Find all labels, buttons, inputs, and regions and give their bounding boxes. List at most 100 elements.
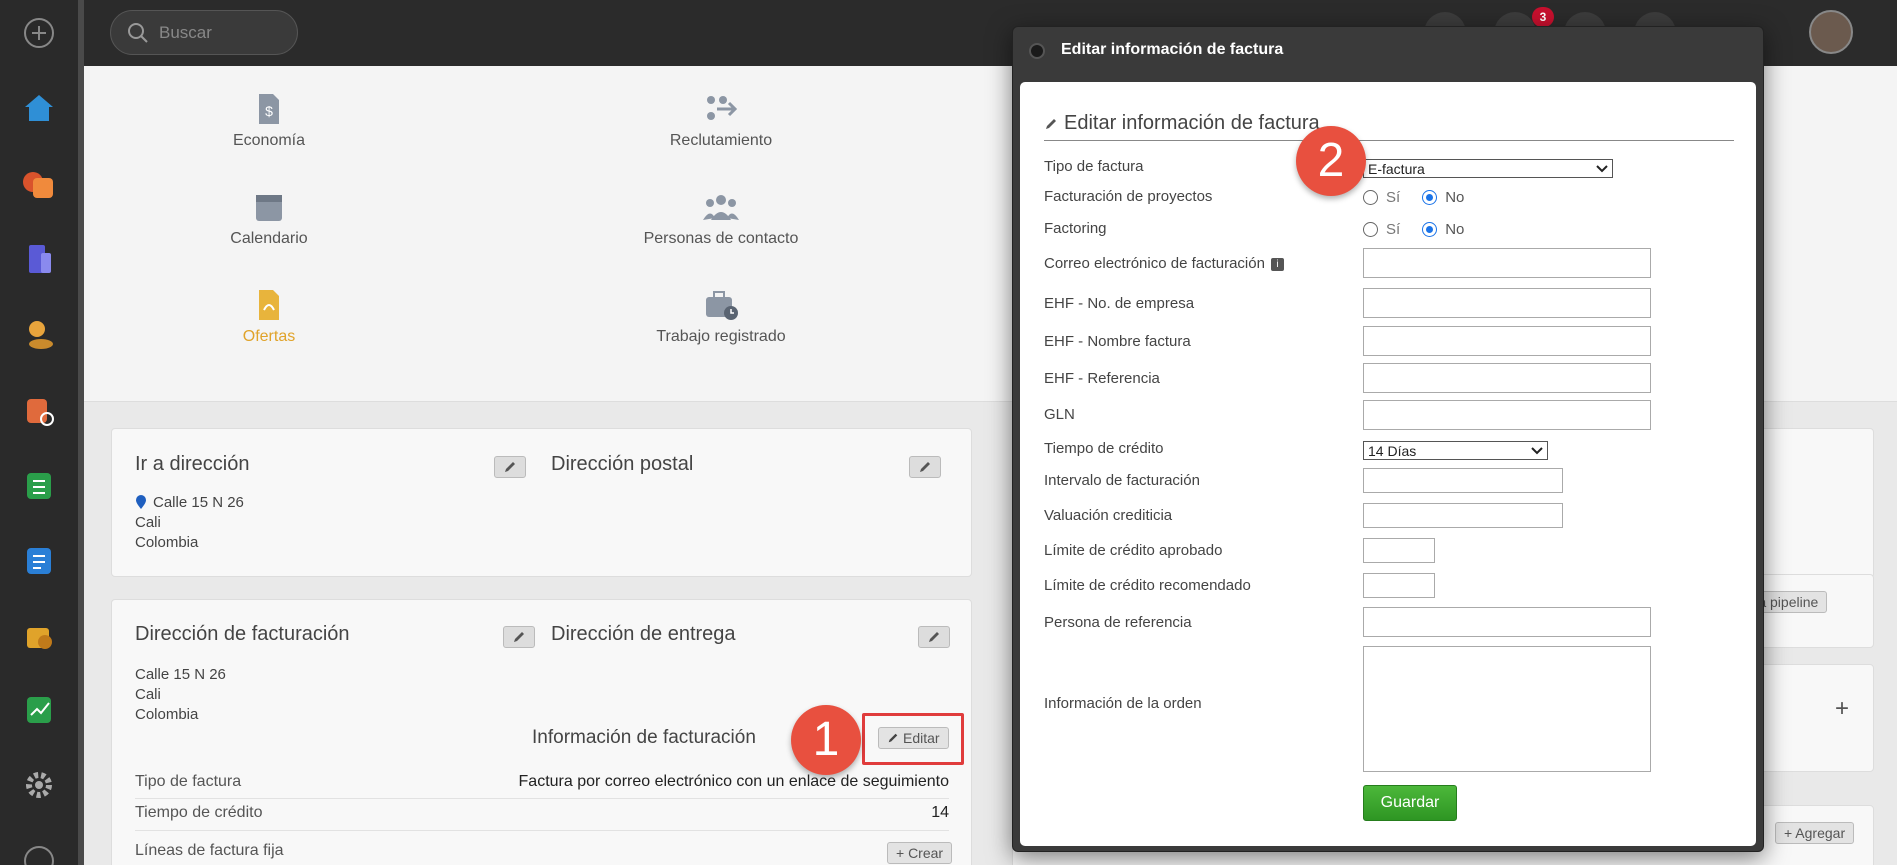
billing-street: Calle 15 N 26 <box>135 666 226 683</box>
visit-country: Colombia <box>135 534 199 551</box>
shortcut-economia[interactable]: $ Economía <box>139 92 399 150</box>
create-invoice-line-button[interactable]: + Crear <box>887 842 953 864</box>
search-icon <box>128 22 148 43</box>
add-icon[interactable] <box>20 14 58 52</box>
row-divider <box>135 798 949 799</box>
ehf-invoice-name-label: EHF - Nombre factura <box>1044 333 1191 350</box>
save-button[interactable]: Guardar <box>1363 785 1457 821</box>
shortcut-label: Personas de contacto <box>643 230 799 247</box>
settings-gear-icon[interactable] <box>20 766 58 804</box>
pencil-icon <box>920 462 930 472</box>
reference-person-input[interactable] <box>1363 607 1651 637</box>
timesheet-icon <box>706 291 738 320</box>
row-divider <box>135 830 949 831</box>
ehf-invoice-name-input[interactable] <box>1363 326 1651 356</box>
visit-address-title: Ir a dirección <box>135 453 250 475</box>
list-icon[interactable] <box>20 541 58 579</box>
plus-icon[interactable]: + <box>1835 695 1849 723</box>
shortcut-label: Economía <box>232 132 306 149</box>
svg-text:$: $ <box>265 103 273 119</box>
credit-time-value: 14 <box>931 804 949 821</box>
credit-time-label: Tiempo de crédito <box>135 804 263 821</box>
modal-heading: Editar información de factura <box>1044 107 1734 141</box>
radio-no-label: No <box>1445 189 1465 206</box>
edit-invoice-modal: Editar información de factura Editar inf… <box>1012 26 1764 852</box>
edit-delivery-address-button[interactable] <box>918 626 950 648</box>
billing-address-block: Calle 15 N 26 Cali Colombia <box>135 665 226 725</box>
pencil-icon <box>1046 118 1056 129</box>
step-callout-2: 2 <box>1296 126 1366 196</box>
calendar-app-icon[interactable] <box>20 165 58 203</box>
credit-time-selected: 14 Días <box>1368 442 1417 459</box>
recommended-credit-limit-input[interactable] <box>1363 573 1435 598</box>
billing-email-input[interactable] <box>1363 248 1651 278</box>
edit-billing-address-button[interactable] <box>503 626 535 648</box>
add-label: + Agregar <box>1784 825 1846 841</box>
recruitment-search-icon[interactable] <box>20 392 58 430</box>
invoice-info-title: Información de facturación <box>532 727 756 748</box>
order-info-label: Información de la orden <box>1044 695 1202 712</box>
shortcut-label: Ofertas <box>242 328 296 345</box>
radio-no-label: No <box>1445 221 1465 238</box>
step-callout-1: 1 <box>791 705 861 775</box>
home-icon[interactable] <box>20 88 58 126</box>
shortcut-ofertas[interactable]: Ofertas <box>139 288 399 346</box>
search-placeholder: Buscar <box>159 22 212 42</box>
shortcut-reclutamiento[interactable]: Reclutamiento <box>591 92 851 150</box>
shortcut-label: Trabajo registrado <box>656 328 786 345</box>
invoice-type-select[interactable]: E-factura <box>1363 159 1613 178</box>
invoice-type-selected: E-factura <box>1368 160 1425 177</box>
project-billing-no-radio[interactable] <box>1422 190 1438 205</box>
shortcut-calendario[interactable]: Calendario <box>139 190 399 248</box>
search-input[interactable]: Buscar <box>110 10 298 55</box>
order-info-textarea[interactable] <box>1363 646 1651 772</box>
chevron-down-icon <box>1531 446 1543 454</box>
billing-interval-label: Intervalo de facturación <box>1044 472 1200 489</box>
invoice-type-value: Factura por correo electrónico con un en… <box>518 773 949 790</box>
shortcut-label: Calendario <box>230 230 308 247</box>
factoring-no-radio[interactable] <box>1422 222 1438 237</box>
approved-credit-limit-input[interactable] <box>1363 538 1435 563</box>
billing-city: Cali <box>135 686 161 703</box>
project-billing-yes-radio[interactable] <box>1363 190 1378 205</box>
spreadsheet-icon[interactable] <box>20 466 58 504</box>
edit-button-highlight <box>862 713 964 765</box>
left-sidebar <box>0 0 84 865</box>
factoring-label: Factoring <box>1044 220 1107 237</box>
credit-time-select[interactable]: 14 Días <box>1363 441 1548 460</box>
shortcut-label: Reclutamiento <box>669 132 773 149</box>
info-icon[interactable]: i <box>1270 257 1284 271</box>
ehf-company-no-label: EHF - No. de empresa <box>1044 295 1195 312</box>
factoring-yes-radio[interactable] <box>1363 222 1378 237</box>
reference-person-label: Persona de referencia <box>1044 614 1192 631</box>
fixed-invoice-lines-label: Líneas de factura fija <box>135 842 284 859</box>
ehf-reference-label: EHF - Referencia <box>1044 370 1160 387</box>
billing-interval-input[interactable] <box>1363 468 1563 493</box>
invoice-type-label: Tipo de factura <box>1044 158 1144 175</box>
ehf-reference-input[interactable] <box>1363 363 1651 393</box>
gln-input[interactable] <box>1363 400 1651 430</box>
edit-postal-address-button[interactable] <box>909 456 941 478</box>
info-circle-icon[interactable] <box>20 842 58 865</box>
add-button[interactable]: + Agregar <box>1775 822 1855 844</box>
user-avatar[interactable] <box>1809 10 1853 54</box>
buildings-icon[interactable] <box>20 240 58 278</box>
modal-close-icon[interactable] <box>1029 43 1045 59</box>
chart-app-icon[interactable] <box>20 690 58 728</box>
shortcut-personas-de-contacto[interactable]: Personas de contacto <box>591 190 851 248</box>
postal-address-title: Dirección postal <box>551 453 694 475</box>
shortcut-trabajo-registrado[interactable]: Trabajo registrado <box>591 288 851 346</box>
calendar-icon <box>256 195 282 221</box>
map-pin-icon <box>136 495 146 509</box>
edit-visit-address-button[interactable] <box>494 456 526 478</box>
dollar-document-icon: $ <box>259 94 279 124</box>
contacts-app-icon[interactable] <box>20 315 58 353</box>
offer-document-icon <box>259 290 279 320</box>
credit-time-label: Tiempo de crédito <box>1044 440 1164 457</box>
timesheet-app-icon[interactable] <box>20 617 58 655</box>
pencil-icon <box>505 462 515 472</box>
chevron-down-icon <box>1596 164 1608 172</box>
credit-rating-input[interactable] <box>1363 503 1563 528</box>
ehf-company-no-input[interactable] <box>1363 288 1651 318</box>
visit-address-block: Calle 15 N 26 Cali Colombia <box>135 493 244 553</box>
